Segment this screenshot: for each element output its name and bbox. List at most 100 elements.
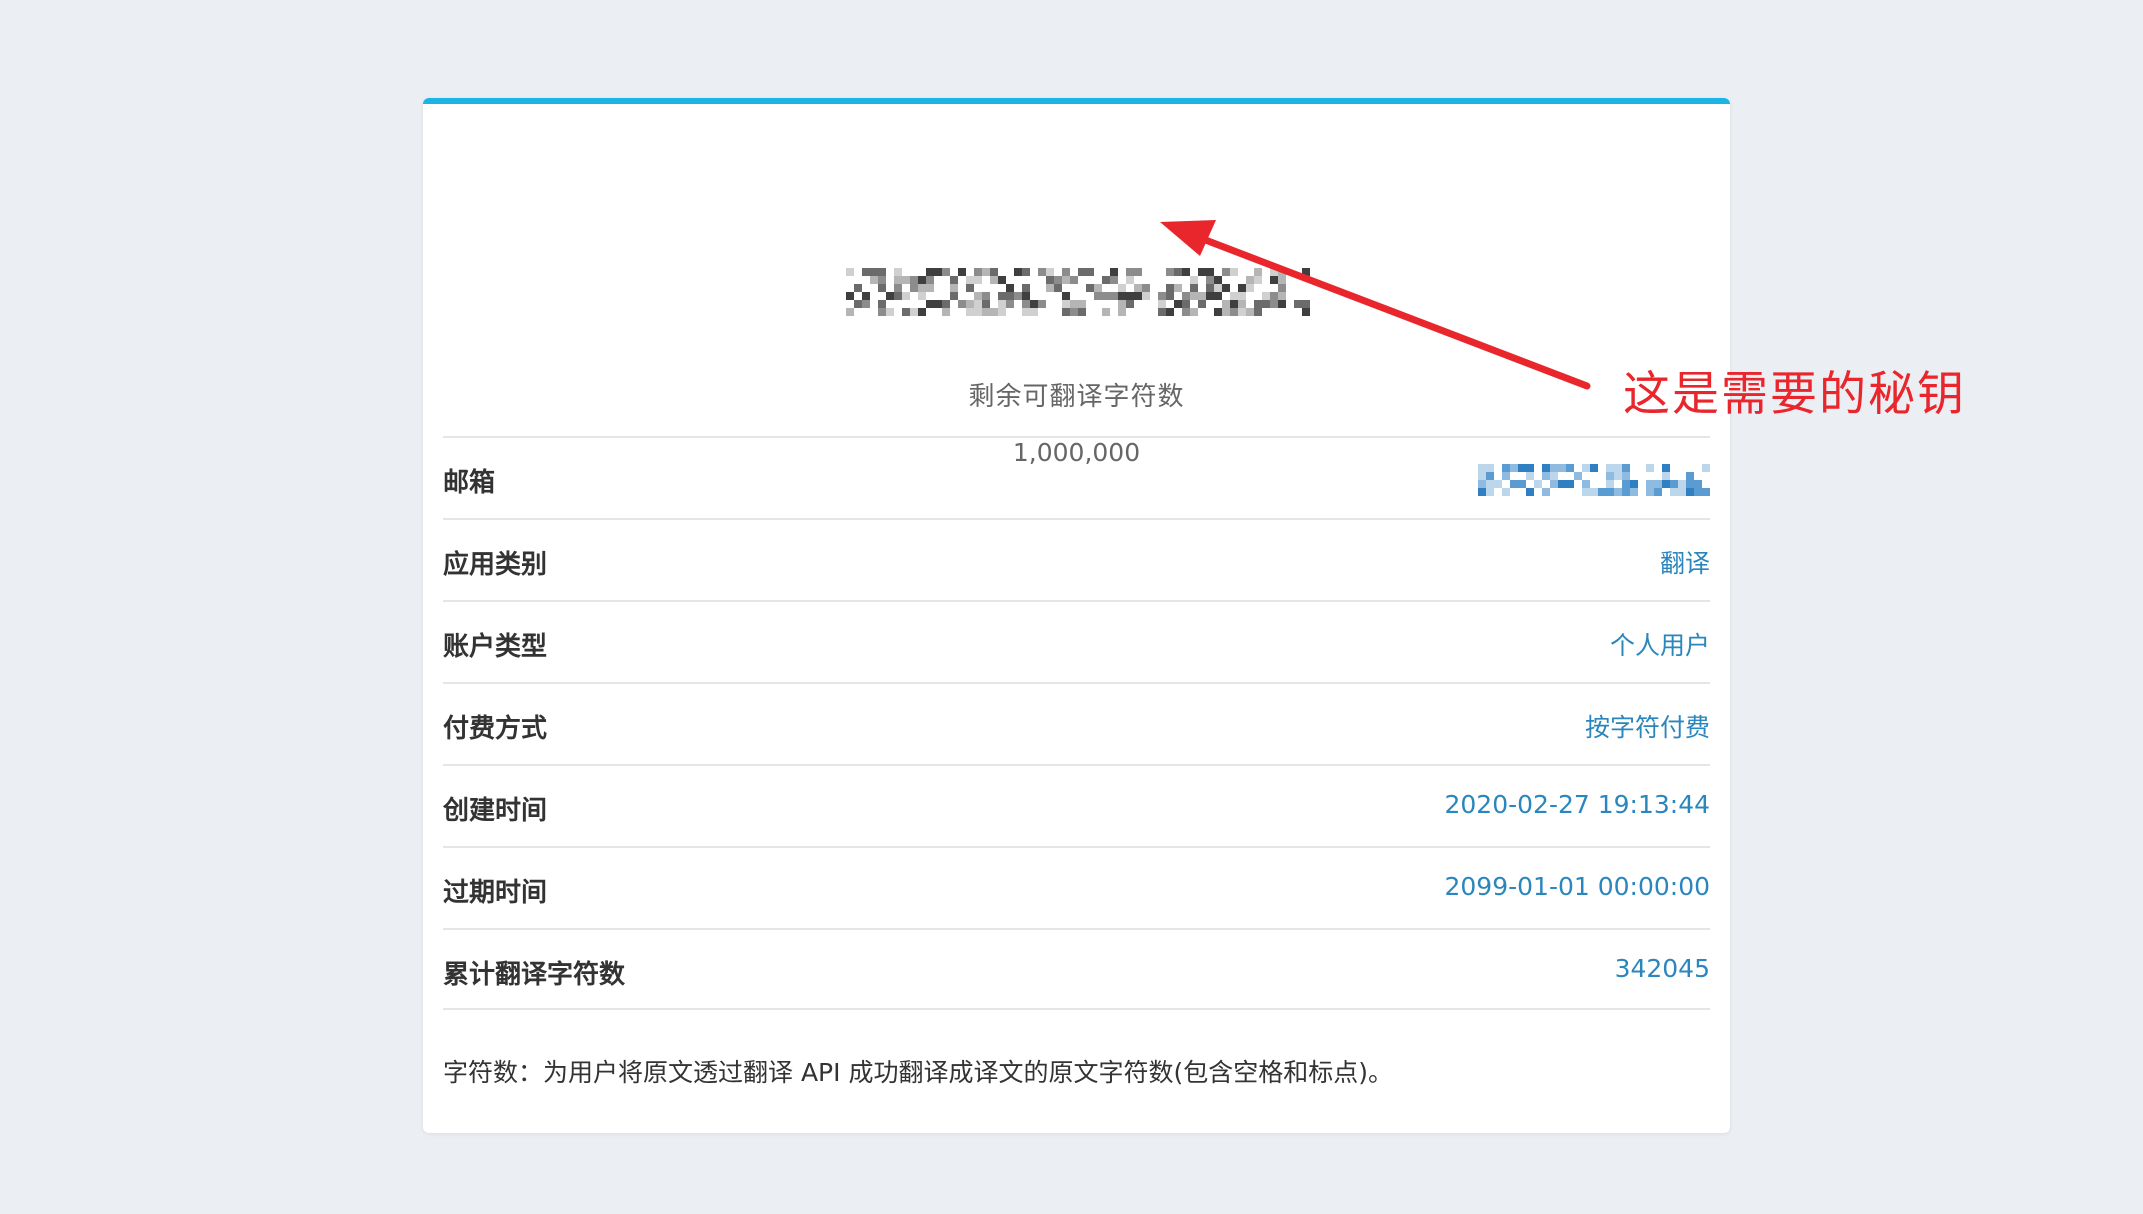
redaction-pixel — [1606, 480, 1614, 488]
redaction-pixel — [990, 268, 998, 276]
redaction-pixel — [1662, 480, 1670, 488]
redaction-pixel — [1278, 292, 1286, 300]
account-details-table: 邮箱 应用类别 翻译 账户类型 个人用户 付费方式 按字符付费 创建时间 202… — [443, 436, 1710, 1010]
redaction-pixel — [1662, 472, 1670, 480]
redaction-pixel — [1606, 488, 1614, 496]
redaction-pixel — [1230, 308, 1238, 316]
redaction-pixel — [942, 268, 950, 276]
redaction-pixel — [1110, 292, 1118, 300]
redaction-pixel — [1502, 472, 1510, 480]
redaction-pixel — [1214, 276, 1222, 284]
row-email: 邮箱 — [443, 436, 1710, 518]
redaction-pixel — [870, 276, 878, 284]
redaction-pixel — [1030, 300, 1038, 308]
redaction-pixel — [894, 276, 902, 284]
redaction-pixel — [926, 276, 934, 284]
redaction-pixel — [966, 284, 974, 292]
redaction-pixel — [1070, 300, 1078, 308]
redaction-pixel — [1174, 284, 1182, 292]
redaction-pixel — [1014, 268, 1022, 276]
redaction-pixel — [862, 268, 870, 276]
redaction-pixel — [1126, 292, 1134, 300]
redaction-pixel — [1478, 480, 1486, 488]
redaction-pixel — [1030, 308, 1038, 316]
redaction-pixel — [1558, 464, 1566, 472]
redaction-pixel — [1614, 488, 1622, 496]
redaction-pixel — [1542, 472, 1550, 480]
redaction-pixel — [998, 308, 1006, 316]
app-category-value: 翻译 — [1659, 549, 1710, 578]
redaction-pixel — [1142, 292, 1150, 300]
redaction-pixel — [942, 308, 950, 316]
redaction-pixel — [910, 308, 918, 316]
redaction-pixel — [1246, 284, 1254, 292]
redaction-pixel — [1086, 268, 1094, 276]
redaction-pixel — [1238, 292, 1246, 300]
redaction-pixel — [990, 308, 998, 316]
redaction-pixel — [1014, 292, 1022, 300]
redaction-pixel — [1278, 268, 1286, 276]
redaction-pixel — [1038, 300, 1046, 308]
row-payment-method: 付费方式 按字符付费 — [443, 682, 1710, 764]
redaction-pixel — [918, 276, 926, 284]
redaction-pixel — [878, 276, 886, 284]
redaction-pixel — [894, 268, 902, 276]
redaction-pixel — [1270, 292, 1278, 300]
redaction-pixel — [1486, 464, 1494, 472]
redaction-pixel — [1070, 308, 1078, 316]
redaction-pixel — [1590, 464, 1598, 472]
account-info-card: 剩余可翻译字符数 1,000,000 邮箱 应用类别 翻译 账户类型 个人用户 … — [423, 98, 1730, 1133]
redaction-pixel — [1254, 308, 1262, 316]
redaction-pixel — [958, 300, 966, 308]
row-app-category: 应用类别 翻译 — [443, 518, 1710, 600]
redaction-pixel — [1206, 276, 1214, 284]
redaction-pixel — [902, 308, 910, 316]
redaction-pixel — [1046, 284, 1054, 292]
redaction-pixel — [846, 308, 854, 316]
redaction-pixel — [1254, 268, 1262, 276]
redaction-pixel — [1526, 464, 1534, 472]
redaction-pixel — [1214, 308, 1222, 316]
redaction-pixel — [918, 284, 926, 292]
redaction-pixel — [1534, 480, 1542, 488]
redaction-pixel — [1062, 292, 1070, 300]
account-type-label: 账户类型 — [443, 632, 548, 662]
redaction-pixel — [1102, 292, 1110, 300]
card-accent-bar — [423, 98, 1730, 104]
redaction-pixel — [1486, 472, 1494, 480]
redaction-pixel — [1478, 472, 1486, 480]
payment-method-value: 按字符付费 — [1584, 713, 1710, 742]
redaction-pixel — [1118, 292, 1126, 300]
redaction-pixel — [1006, 300, 1014, 308]
total-translated-label: 累计翻译字符数 — [443, 960, 626, 990]
redaction-pixel — [1054, 276, 1062, 284]
redaction-pixel — [950, 276, 958, 284]
redaction-pixel — [982, 268, 990, 276]
remaining-characters-label: 剩余可翻译字符数 — [968, 382, 1185, 412]
redaction-pixel — [1222, 300, 1230, 308]
redaction-pixel — [878, 268, 886, 276]
redaction-pixel — [998, 292, 1006, 300]
redaction-pixel — [1278, 300, 1286, 308]
redaction-pixel — [982, 292, 990, 300]
account-type-value: 个人用户 — [1609, 631, 1710, 660]
redaction-pixel — [1126, 300, 1134, 308]
redaction-pixel — [1190, 292, 1198, 300]
redaction-pixel — [1006, 284, 1014, 292]
redaction-pixel — [854, 300, 862, 308]
redaction-pixel — [886, 308, 894, 316]
redaction-pixel — [1686, 472, 1694, 480]
redaction-pixel — [1518, 480, 1526, 488]
redaction-pixel — [1062, 276, 1070, 284]
annotation-label: 这是需要的秘钥 — [1623, 367, 1966, 422]
redaction-pixel — [982, 300, 990, 308]
redaction-pixel — [1694, 480, 1702, 488]
app-category-label: 应用类别 — [443, 550, 548, 580]
character-count-footnote: 字符数：为用户将原文透过翻译 API 成功翻译成译文的原文字符数(包含空格和标点… — [443, 1058, 1393, 1087]
redaction-pixel — [1182, 300, 1190, 308]
redaction-pixel — [1630, 488, 1638, 496]
redaction-pixel — [1062, 268, 1070, 276]
redaction-pixel — [902, 276, 910, 284]
redaction-pixel — [1566, 464, 1574, 472]
redaction-pixel — [846, 268, 854, 276]
